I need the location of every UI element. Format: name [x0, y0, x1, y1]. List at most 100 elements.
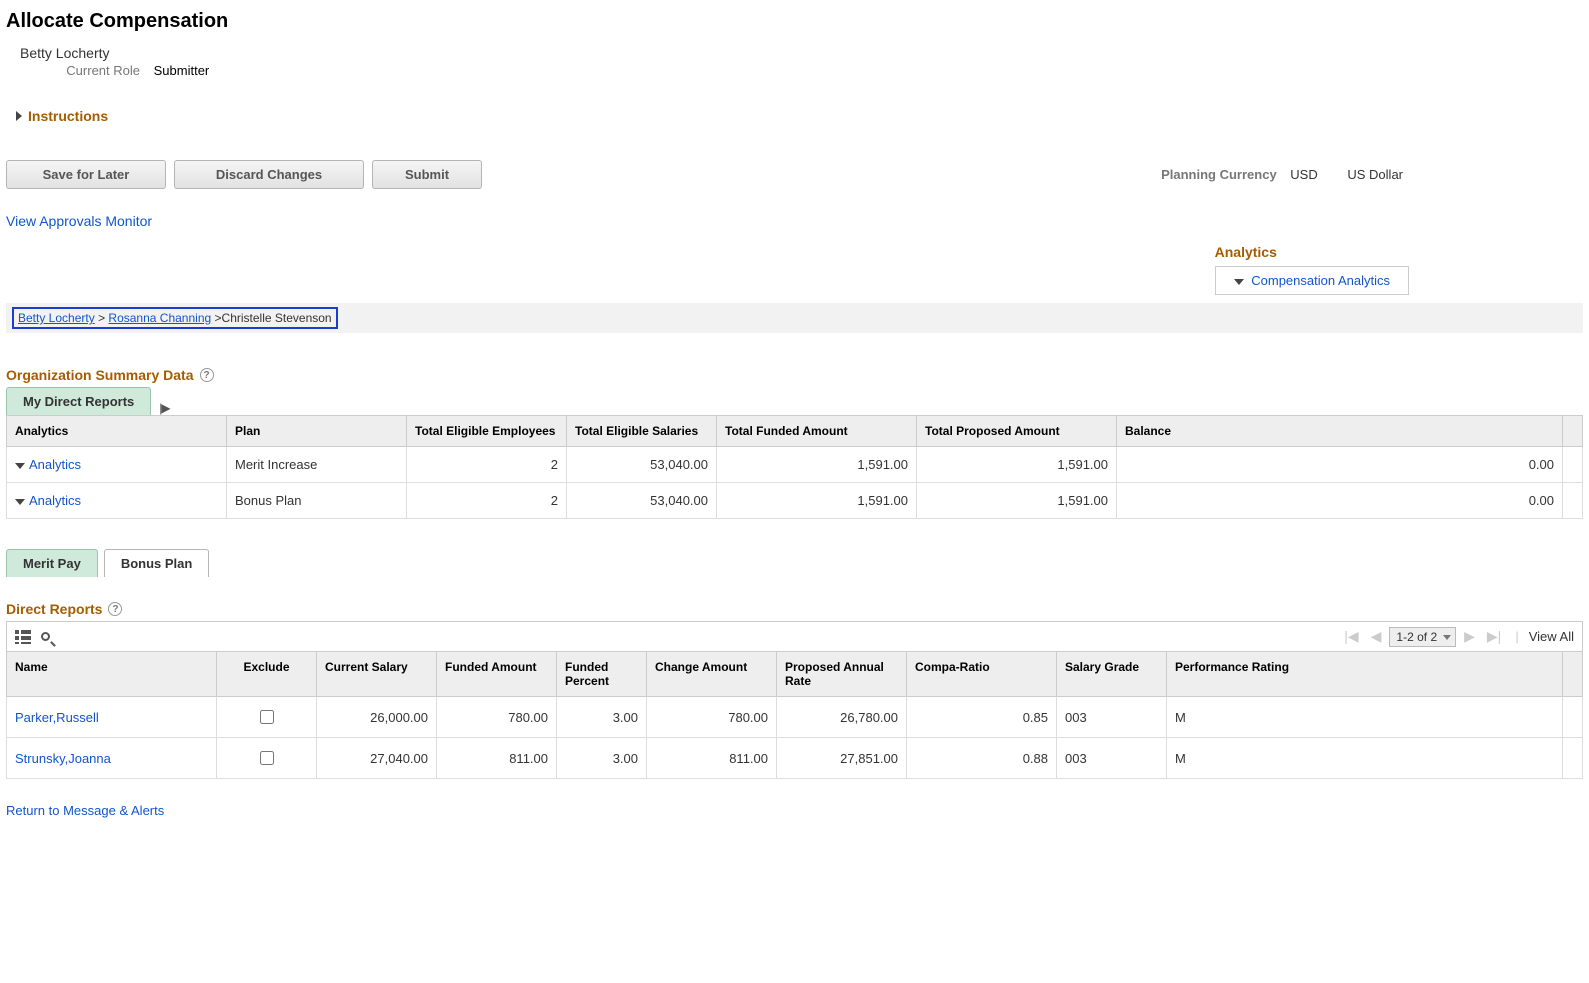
chevron-down-icon[interactable]	[15, 499, 25, 505]
tab-bonus-plan[interactable]: Bonus Plan	[104, 549, 210, 577]
col-name: Name	[7, 652, 217, 697]
user-name: Betty Locherty	[20, 45, 1583, 61]
submit-button[interactable]: Submit	[372, 160, 482, 189]
last-page-button[interactable]: ▶|	[1483, 626, 1505, 647]
cell-salaries: 53,040.00	[567, 483, 717, 519]
cell-employees: 2	[407, 447, 567, 483]
direct-reports-title: Direct Reports ?	[6, 601, 122, 617]
compensation-analytics-toggle[interactable]: Compensation Analytics	[1215, 266, 1409, 295]
discard-changes-button[interactable]: Discard Changes	[174, 160, 364, 189]
col-change-amount: Change Amount	[647, 652, 777, 697]
grid-toolbar: |◀ ◀ 1-2 of 2 ▶ ▶| | View All	[6, 621, 1583, 651]
view-approvals-link[interactable]: View Approvals Monitor	[6, 213, 1583, 229]
cell-perf: M	[1167, 697, 1563, 738]
page-range-select[interactable]: 1-2 of 2	[1389, 627, 1456, 647]
currency-name: US Dollar	[1347, 167, 1403, 182]
analytics-expand-link[interactable]: Analytics	[29, 457, 81, 472]
cell-funded: 1,591.00	[717, 483, 917, 519]
prev-page-button[interactable]: ◀	[1367, 626, 1386, 647]
org-summary-title: Organization Summary Data ?	[6, 367, 214, 383]
save-for-later-button[interactable]: Save for Later	[6, 160, 166, 189]
breadcrumb-sep: >	[98, 311, 105, 325]
help-icon[interactable]: ?	[108, 602, 122, 616]
table-row: Analytics Merit Increase 2 53,040.00 1,5…	[7, 447, 1583, 483]
col-spacer	[1563, 416, 1583, 447]
breadcrumb-level-3: Christelle Stevenson	[222, 311, 332, 325]
tab-merit-pay[interactable]: Merit Pay	[6, 549, 98, 577]
chevron-right-icon	[16, 111, 22, 121]
col-employees: Total Eligible Employees	[407, 416, 567, 447]
cell-compa: 0.85	[907, 697, 1057, 738]
chevron-down-icon[interactable]	[15, 463, 25, 469]
cell-proposed-rate: 27,851.00	[777, 738, 907, 779]
col-funded: Total Funded Amount	[717, 416, 917, 447]
cell-funded-amount: 780.00	[437, 697, 557, 738]
cell-plan: Bonus Plan	[227, 483, 407, 519]
direct-reports-table: Name Exclude Current Salary Funded Amoun…	[6, 651, 1583, 779]
analytics-header: Analytics	[1215, 244, 1409, 260]
cell-change-amount: 780.00	[647, 697, 777, 738]
col-perf: Performance Rating	[1167, 652, 1563, 697]
cell-salaries: 53,040.00	[567, 447, 717, 483]
help-icon[interactable]: ?	[200, 368, 214, 382]
cell-funded-percent: 3.00	[557, 697, 647, 738]
cell-employees: 2	[407, 483, 567, 519]
tab-my-direct-reports[interactable]: My Direct Reports	[6, 387, 151, 415]
breadcrumb-level-2[interactable]: Rosanna Channing	[108, 311, 211, 325]
chevron-down-icon	[1234, 279, 1244, 285]
col-funded-percent: Funded Percent	[557, 652, 647, 697]
breadcrumb-sep: >	[215, 311, 222, 325]
exclude-checkbox[interactable]	[260, 710, 274, 724]
cell-funded-amount: 811.00	[437, 738, 557, 779]
first-page-button[interactable]: |◀	[1340, 626, 1362, 647]
cell-compa: 0.88	[907, 738, 1057, 779]
cell-balance: 0.00	[1117, 483, 1563, 519]
return-link[interactable]: Return to Message & Alerts	[6, 803, 164, 818]
col-plan: Plan	[227, 416, 407, 447]
cell-current-salary: 27,040.00	[317, 738, 437, 779]
col-current-salary: Current Salary	[317, 652, 437, 697]
page-title: Allocate Compensation	[6, 10, 1583, 33]
search-icon[interactable]	[41, 632, 50, 641]
col-funded-amount: Funded Amount	[437, 652, 557, 697]
table-row: Strunsky,Joanna 27,040.00 811.00 3.00 81…	[7, 738, 1583, 779]
col-spacer	[1563, 652, 1583, 697]
cell-perf: M	[1167, 738, 1563, 779]
employee-name-link[interactable]: Strunsky,Joanna	[15, 751, 111, 766]
personalize-grid-icon[interactable]	[15, 630, 31, 644]
cell-current-salary: 26,000.00	[317, 697, 437, 738]
col-compa: Compa-Ratio	[907, 652, 1057, 697]
compensation-analytics-link[interactable]: Compensation Analytics	[1251, 273, 1390, 288]
breadcrumb: Betty Locherty > Rosanna Channing >Chris…	[6, 303, 1583, 333]
exclude-checkbox[interactable]	[260, 751, 274, 765]
col-analytics: Analytics	[7, 416, 227, 447]
cell-funded-percent: 3.00	[557, 738, 647, 779]
employee-name-link[interactable]: Parker,Russell	[15, 710, 99, 725]
col-proposed: Total Proposed Amount	[917, 416, 1117, 447]
table-row: Parker,Russell 26,000.00 780.00 3.00 780…	[7, 697, 1583, 738]
cell-grade: 003	[1057, 738, 1167, 779]
currency-code: USD	[1290, 167, 1317, 182]
cell-proposed: 1,591.00	[917, 483, 1117, 519]
cell-funded: 1,591.00	[717, 447, 917, 483]
col-grade: Salary Grade	[1057, 652, 1167, 697]
cell-proposed: 1,591.00	[917, 447, 1117, 483]
cell-plan: Merit Increase	[227, 447, 407, 483]
currency-label: Planning Currency	[1161, 167, 1277, 182]
analytics-expand-link[interactable]: Analytics	[29, 493, 81, 508]
role-value: Submitter	[154, 63, 210, 78]
col-balance: Balance	[1117, 416, 1563, 447]
instructions-toggle[interactable]: Instructions	[16, 108, 108, 124]
col-exclude: Exclude	[217, 652, 317, 697]
cell-balance: 0.00	[1117, 447, 1563, 483]
cell-grade: 003	[1057, 697, 1167, 738]
breadcrumb-level-1[interactable]: Betty Locherty	[18, 311, 95, 325]
col-proposed-rate: Proposed Annual Rate	[777, 652, 907, 697]
role-label: Current Role	[20, 63, 140, 78]
show-all-columns-icon[interactable]: |▶	[159, 401, 169, 415]
cell-change-amount: 811.00	[647, 738, 777, 779]
next-page-button[interactable]: ▶	[1460, 626, 1479, 647]
cell-proposed-rate: 26,780.00	[777, 697, 907, 738]
view-all-link[interactable]: View All	[1529, 629, 1574, 644]
col-salaries: Total Eligible Salaries	[567, 416, 717, 447]
